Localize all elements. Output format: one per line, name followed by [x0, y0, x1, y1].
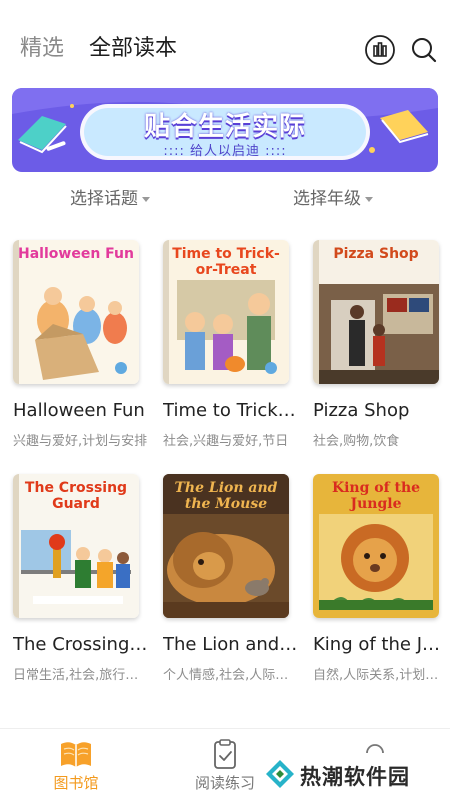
promo-banner[interactable]: 贴合生活实际 :::: 给人以启迪 :::: — [12, 88, 438, 172]
book-tags: 社会,兴趣与爱好,节日 — [163, 434, 289, 449]
book-cover[interactable]: The Crossing Guard — [13, 474, 139, 618]
book-title: Pizza Shop — [313, 400, 410, 421]
book-tags: 社会,购物,饮食 — [313, 434, 400, 449]
tab-all-readers[interactable]: 全部读本 — [89, 34, 177, 64]
nav-library[interactable]: 图书馆 — [26, 729, 126, 800]
topic-filter-label: 选择话题 — [70, 189, 138, 209]
book-title: The Crossing Guard — [13, 634, 149, 655]
cover-title: Time to Trick-or-Treat — [172, 246, 280, 278]
book-cover[interactable]: King of the Jungle — [313, 474, 439, 618]
cover-title: Halloween Fun — [18, 246, 134, 262]
nav-library-label: 图书馆 — [53, 774, 99, 792]
watermark: 热潮软件园 — [264, 758, 444, 792]
cover-title: Pizza Shop — [333, 246, 419, 262]
book-cover[interactable]: Time to Trick-or-Treat — [163, 240, 289, 384]
grade-filter-label: 选择年级 — [293, 189, 361, 209]
caret-down-icon — [365, 196, 373, 202]
topic-filter[interactable]: 选择话题 — [70, 184, 150, 209]
book-cover[interactable]: Pizza Shop — [313, 240, 439, 384]
filter-bar: 选择话题 选择年级 — [0, 180, 450, 210]
stats-icon[interactable] — [364, 34, 396, 66]
tab-picks[interactable]: 精选 — [20, 34, 64, 64]
banner-title: 贴合生活实际 — [143, 112, 306, 142]
book-title: Halloween Fun — [13, 400, 145, 421]
grade-filter[interactable]: 选择年级 — [293, 184, 373, 209]
book-tags: 个人情感,社会,人际关系 — [163, 668, 299, 683]
header: 精选 全部读本 — [0, 0, 450, 100]
watermark-text: 热潮软件园 — [300, 765, 410, 789]
open-book-icon — [59, 739, 93, 769]
cover-title: The Crossing Guard — [24, 480, 128, 512]
cover-title: King of the Jungle — [331, 480, 421, 512]
book-tags: 兴趣与爱好,计划与安排 — [13, 434, 148, 449]
cover-title: The Lion and the Mouse — [174, 480, 278, 512]
book-title: King of the Jungle — [313, 634, 449, 655]
book-title: The Lion and the Mouse — [163, 634, 299, 655]
search-icon[interactable] — [408, 34, 440, 66]
banner-subtitle: :::: 给人以启迪 :::: — [163, 144, 287, 159]
nav-reading-practice[interactable]: 阅读练习 — [175, 729, 275, 800]
book-tags: 日常生活,社会,旅行与交通 — [13, 668, 149, 683]
watermark-logo — [264, 758, 296, 794]
caret-down-icon — [142, 196, 150, 202]
book-cover[interactable]: The Lion and the Mouse — [163, 474, 289, 618]
nav-reading-practice-label: 阅读练习 — [194, 774, 255, 792]
book-cover[interactable]: Halloween Fun — [13, 240, 139, 384]
clipboard-check-icon — [208, 739, 242, 769]
book-title: Time to Trick-or-Treat — [163, 400, 299, 421]
book-tags: 自然,人际关系,计划与安排 — [313, 668, 449, 683]
